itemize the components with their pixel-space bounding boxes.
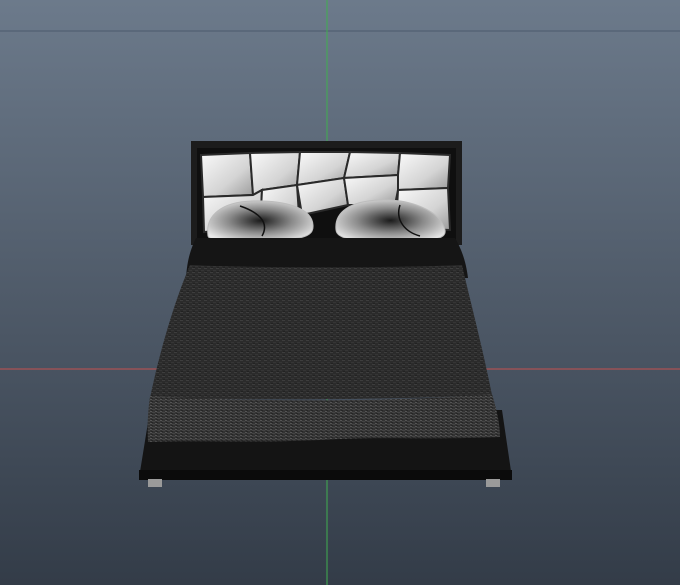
blanket[interactable]	[150, 265, 492, 400]
bed-leg-left	[148, 479, 162, 487]
bed-leg-right	[486, 479, 500, 487]
pillow-left[interactable]	[207, 200, 314, 241]
blanket-fold	[147, 394, 500, 442]
3d-viewport[interactable]	[0, 0, 680, 585]
bed-model[interactable]	[139, 141, 512, 487]
viewport-canvas[interactable]	[0, 0, 680, 585]
